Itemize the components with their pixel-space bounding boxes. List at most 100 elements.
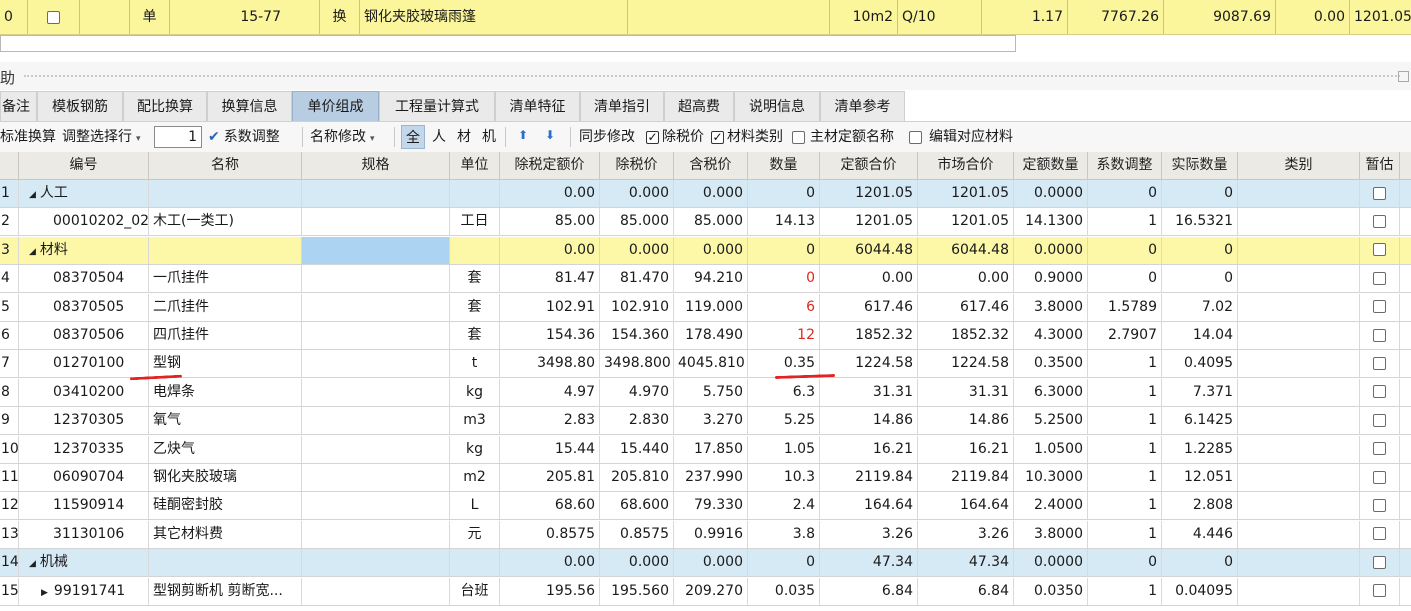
cell-est[interactable] bbox=[1360, 407, 1400, 435]
cell-aq[interactable]: 0 bbox=[1162, 236, 1238, 264]
cell-n[interactable]: 13 bbox=[0, 520, 19, 548]
tab-bill-features[interactable]: 清单特征 bbox=[495, 91, 580, 121]
cell-unit[interactable]: kg bbox=[450, 435, 500, 463]
quota-row[interactable]: 0 单 15-77 换 钢化夹胶玻璃雨篷 10m2 Q/10 1.17 7767… bbox=[0, 0, 1411, 35]
cell-sum1[interactable]: 1201.05 bbox=[820, 180, 918, 207]
cell-ovf[interactable] bbox=[1400, 322, 1411, 349]
table-row[interactable]: 14 ◢ 机械 0.00 0.000 0.000 0 47.34 47.34 0.0000 0 0 bbox=[0, 549, 1411, 578]
cell-p1[interactable]: 195.56 bbox=[500, 577, 600, 605]
cell-ovf[interactable] bbox=[1400, 549, 1411, 576]
cell-est[interactable] bbox=[1360, 492, 1400, 520]
cell-p2[interactable]: 3498.800 bbox=[600, 350, 674, 378]
provisional-checkbox[interactable] bbox=[1373, 584, 1386, 598]
cell-code[interactable]: 01270100 bbox=[19, 350, 149, 378]
cell-ovf[interactable] bbox=[1400, 578, 1411, 605]
cell-name[interactable] bbox=[149, 236, 302, 264]
cell-p3[interactable]: 79.330 bbox=[674, 492, 748, 520]
cell-coef[interactable]: 1 bbox=[1088, 378, 1162, 406]
cell-p1[interactable]: 4.97 bbox=[500, 378, 600, 406]
cell-sum1[interactable]: 6.84 bbox=[820, 577, 918, 605]
filter-labor-button[interactable]: 人 bbox=[428, 125, 450, 149]
collapse-triangle-icon[interactable]: ◢ bbox=[29, 247, 36, 257]
cell-sum2[interactable]: 6044.48 bbox=[918, 236, 1014, 264]
provisional-checkbox[interactable] bbox=[1373, 300, 1386, 314]
cell-n[interactable]: 7 bbox=[0, 350, 19, 378]
tab-formwork-rebar[interactable]: 模板钢筋 bbox=[37, 91, 123, 121]
cell-p2[interactable]: 0.000 bbox=[600, 236, 674, 264]
cell-name[interactable] bbox=[149, 180, 302, 207]
cell-spec[interactable] bbox=[302, 407, 450, 435]
cell-dq[interactable]: 2.4000 bbox=[1014, 492, 1088, 520]
cell-est[interactable] bbox=[1360, 208, 1400, 236]
cell-p3[interactable]: 94.210 bbox=[674, 265, 748, 293]
cell-ovf[interactable] bbox=[1400, 492, 1411, 519]
cell-spec[interactable] bbox=[302, 208, 450, 236]
cell-qty[interactable]: 6.3 bbox=[748, 378, 820, 406]
cell-kindcol[interactable] bbox=[1238, 464, 1360, 491]
name-modify-dropdown[interactable]: 名称修改 ▾ bbox=[310, 122, 375, 152]
cell-p3[interactable]: 178.490 bbox=[674, 322, 748, 349]
cell-n[interactable]: 14 bbox=[0, 549, 19, 577]
cell-p3[interactable]: 209.270 bbox=[674, 577, 748, 605]
cell-spec[interactable] bbox=[302, 378, 450, 406]
cell-est[interactable] bbox=[1360, 293, 1400, 321]
cell-name[interactable]: 型钢 bbox=[149, 350, 302, 378]
cell-spec[interactable] bbox=[302, 322, 450, 349]
cell-coef[interactable]: 1 bbox=[1088, 208, 1162, 236]
row-count-input[interactable]: 1 bbox=[154, 126, 202, 148]
cell-spec[interactable] bbox=[302, 520, 450, 548]
cell-p3[interactable]: 0.000 bbox=[674, 236, 748, 264]
cell-dq[interactable]: 0.0000 bbox=[1014, 180, 1088, 207]
cell-unit[interactable]: 工日 bbox=[450, 208, 500, 236]
cell-kindcol[interactable] bbox=[1238, 322, 1360, 349]
cell-p2[interactable]: 81.470 bbox=[600, 265, 674, 293]
header-coef-adjust[interactable]: 系数调整 bbox=[1088, 152, 1162, 179]
cell-p2[interactable]: 154.360 bbox=[600, 322, 674, 349]
cell-qty[interactable]: 2.4 bbox=[748, 492, 820, 520]
cell-sum1[interactable]: 31.31 bbox=[820, 378, 918, 406]
cell-ovf[interactable] bbox=[1400, 521, 1411, 548]
header-category[interactable]: 类别 bbox=[1238, 152, 1360, 179]
cell-unit[interactable]: m2 bbox=[450, 464, 500, 491]
excl-tax-price-checkbox[interactable] bbox=[646, 130, 659, 144]
header-incl-tax-price[interactable]: 含税价 bbox=[674, 152, 748, 179]
cell-qty[interactable]: 0 bbox=[748, 549, 820, 577]
filter-all-button[interactable]: 全 bbox=[401, 125, 425, 149]
cell-sum2[interactable]: 1852.32 bbox=[918, 322, 1014, 349]
table-row[interactable]: 3 ◢ 材料 0.00 0.000 0.000 0 6044.48 6044.48 0.0000 0… bbox=[0, 236, 1411, 265]
cell-p3[interactable]: 0.000 bbox=[674, 180, 748, 207]
cell-dq[interactable]: 4.3000 bbox=[1014, 322, 1088, 349]
cell-kindcol[interactable] bbox=[1238, 293, 1360, 321]
filter-machine-button[interactable]: 机 bbox=[478, 125, 500, 149]
header-quantity[interactable]: 数量 bbox=[748, 152, 820, 179]
cell-aq[interactable]: 7.371 bbox=[1162, 378, 1238, 406]
header-quota-total[interactable]: 定额合价 bbox=[820, 152, 918, 179]
cell-ovf[interactable] bbox=[1400, 237, 1411, 264]
cell-aq[interactable]: 0.4095 bbox=[1162, 350, 1238, 378]
cell-code[interactable]: ◢ 机械 bbox=[19, 549, 149, 577]
cell-qty[interactable]: 14.13 bbox=[748, 208, 820, 236]
cell-ovf[interactable] bbox=[1400, 407, 1411, 434]
cell-code[interactable]: 08370504 bbox=[19, 265, 149, 293]
cell-aq[interactable]: 6.1425 bbox=[1162, 407, 1238, 435]
cell-kindcol[interactable] bbox=[1238, 520, 1360, 548]
tab-super-height-fee[interactable]: 超高费 bbox=[664, 91, 734, 121]
cell-aq[interactable]: 0 bbox=[1162, 265, 1238, 293]
cell-p1[interactable]: 154.36 bbox=[500, 322, 600, 349]
cell-p1[interactable]: 0.00 bbox=[500, 180, 600, 207]
cell-n[interactable]: 6 bbox=[0, 322, 19, 349]
provisional-checkbox[interactable] bbox=[1373, 470, 1386, 484]
cell-qty[interactable]: 0.035 bbox=[748, 577, 820, 605]
cell-est[interactable] bbox=[1360, 236, 1400, 264]
cell-kindcol[interactable] bbox=[1238, 577, 1360, 605]
cell-aq[interactable]: 14.04 bbox=[1162, 322, 1238, 349]
table-row[interactable]: 5 08370505 二爪挂件套 102.91 102.910 119.000 6 617.4… bbox=[0, 293, 1411, 322]
main-material-name-checkbox[interactable] bbox=[792, 130, 805, 144]
provisional-checkbox[interactable] bbox=[1373, 527, 1386, 541]
cell-n[interactable]: 5 bbox=[0, 293, 19, 321]
panel-drag-grip[interactable] bbox=[24, 75, 1400, 80]
cell-sum1[interactable]: 47.34 bbox=[820, 549, 918, 577]
cell-code[interactable]: ▶ 99191741 bbox=[19, 577, 149, 605]
edit-material-toggle[interactable]: 编辑对应材料 bbox=[909, 122, 1013, 152]
cell-coef[interactable]: 1 bbox=[1088, 350, 1162, 378]
